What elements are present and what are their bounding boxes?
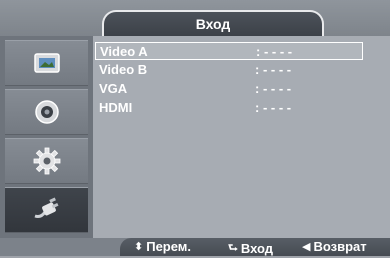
sidebar-item-picture[interactable]	[5, 40, 88, 86]
hint-enter-label: Вход	[240, 241, 274, 256]
hint-enter: ⮑ Вход	[228, 239, 273, 258]
hint-return: ◀ Возврат	[302, 239, 367, 254]
menu-title: Вход	[102, 10, 324, 36]
source-label: VGA	[99, 81, 128, 96]
enter-icon: ⮑	[228, 242, 238, 254]
source-label: HDMI	[99, 100, 133, 115]
source-value: : - - - -	[256, 44, 293, 59]
hint-return-label: Возврат	[313, 239, 367, 254]
source-value: : - - - -	[255, 62, 292, 77]
button-hints: ⬍ Перем. ⮑ Вход ◀ Возврат	[120, 238, 390, 256]
source-list: Video A : - - - - Video B : - - - - VGA …	[93, 36, 390, 238]
source-row-video-a[interactable]: Video A : - - - -	[95, 42, 363, 60]
sound-icon	[34, 100, 59, 124]
source-row-hdmi[interactable]: HDMI : - - - -	[95, 99, 363, 117]
source-value: : - - - -	[255, 100, 292, 115]
footer-bar: ⬍ Перем. ⮑ Вход ◀ Возврат	[0, 238, 390, 256]
sidebar-item-sound[interactable]	[5, 89, 88, 135]
hint-move-label: Перем.	[146, 239, 192, 254]
input-plug-icon	[34, 197, 58, 218]
picture-icon	[33, 53, 60, 73]
hint-move: ⬍ Перем.	[134, 239, 191, 254]
settings-gear-icon	[33, 147, 60, 175]
source-row-vga[interactable]: VGA : - - - -	[95, 80, 363, 98]
sidebar	[0, 36, 93, 238]
source-row-video-b[interactable]: Video B : - - - -	[95, 61, 363, 79]
sidebar-item-input[interactable]	[5, 187, 88, 233]
sidebar-item-setup[interactable]	[5, 138, 88, 184]
source-label: Video A	[100, 44, 148, 59]
title-bar: Вход	[0, 0, 390, 36]
osd-menu: Вход Video A: - - - - Video B: - - - -…	[0, 0, 390, 256]
left-arrow-icon: ◀	[302, 241, 311, 253]
source-value: : - - - -	[255, 81, 292, 96]
updown-arrow-icon: ⬍	[134, 241, 144, 253]
source-label: Video B	[99, 62, 148, 77]
